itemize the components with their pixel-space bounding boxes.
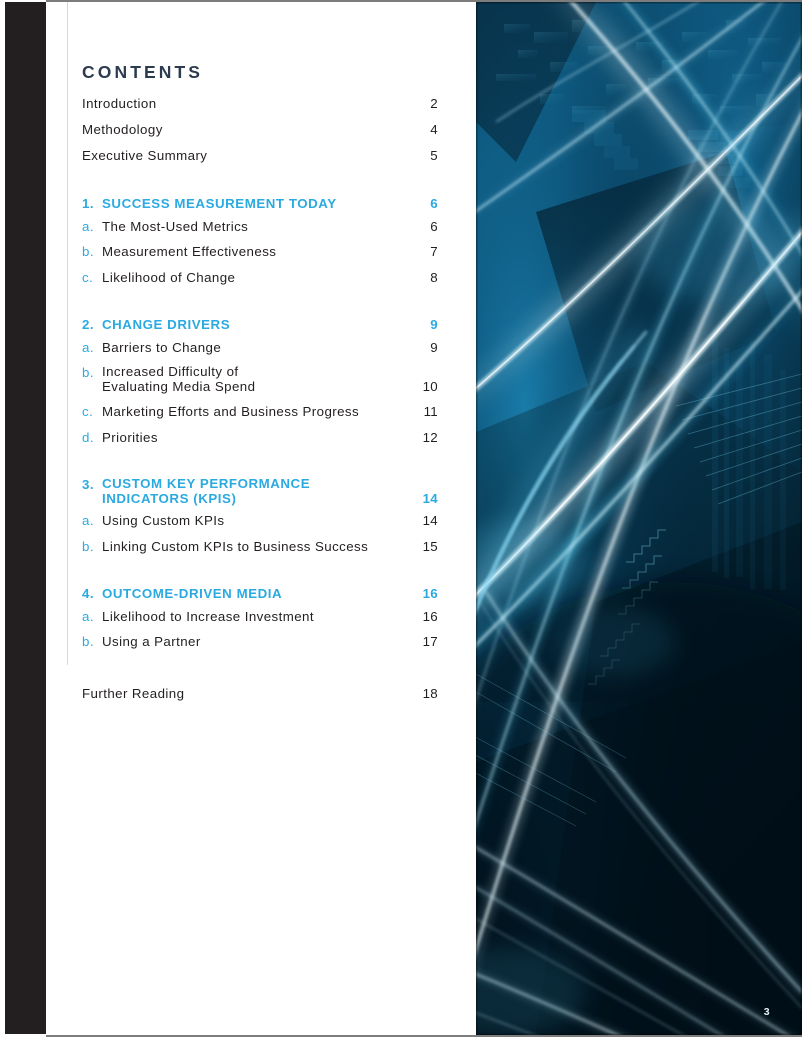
subsection-marker: a. [82,218,94,234]
section-page: 6 [430,196,438,211]
toc-entry-label: Priorities [102,429,158,445]
toc-entry-label: Using a Partner [102,634,201,649]
toc-entry-page: 7 [430,244,438,259]
toc-entry-label: Further Reading [82,685,185,701]
section-marker: 4. [82,586,95,601]
subsection-marker: a. [82,339,94,355]
toc-section-2[interactable]: 2. CHANGE DRIVERS 9 [82,317,438,333]
section-title: CHANGE DRIVERS [102,317,231,332]
subsection-marker: c. [82,269,94,285]
subsection-marker: a. [82,513,94,528]
toc-entry-page: 10 [422,378,438,394]
toc-entry-page: 6 [430,218,438,234]
page-number: 3 [763,1006,770,1018]
toc-entry-label-line1: Increased Difficulty of [102,364,239,379]
toc-entry-page: 4 [430,122,438,137]
toc-entry-label: Increased Difficulty of Evaluating Media… [102,364,408,394]
toc-entry-label-line2: Evaluating Media Spend [102,378,256,394]
list-item[interactable]: c. Likelihood of Change 8 [82,270,438,286]
cover-artwork-image: 3 [476,2,802,1035]
toc-entry-page: 2 [430,96,438,111]
toc-entry-page: 16 [422,608,438,624]
toc-section-3[interactable]: 3. CUSTOM KEY PERFORMANCE INDICATORS (KP… [82,476,438,506]
toc-entry-page: 17 [422,634,438,649]
toc-entry-label: Using Custom KPIs [102,513,225,528]
list-item[interactable]: b. Increased Difficulty of Evaluating Me… [82,364,438,394]
toc-entry-label: Barriers to Change [102,339,222,355]
list-item[interactable]: c. Marketing Efforts and Business Progre… [82,404,438,420]
section-page: 14 [422,490,438,506]
toc-entry-page: 12 [422,429,438,445]
toc-section-4[interactable]: 4. OUTCOME-DRIVEN MEDIA 16 [82,586,438,602]
subsection-marker: b. [82,244,94,259]
section-page: 16 [422,586,438,601]
list-item[interactable]: b. Measurement Effectiveness 7 [82,244,438,260]
list-item[interactable]: a. Barriers to Change 9 [82,340,438,356]
vertical-accent-rule [67,2,68,665]
section-title: OUTCOME-DRIVEN MEDIA [102,586,283,601]
list-item[interactable]: a. The Most-Used Metrics 6 [82,219,438,235]
toc-entry-page: 5 [430,148,438,163]
section-marker: 2. [82,317,95,332]
list-item[interactable]: Executive Summary 5 [82,148,438,164]
page-title: CONTENTS [82,62,204,82]
toc-entry-label: Measurement Effectiveness [102,244,277,259]
toc-entry-page: 15 [422,538,438,554]
toc-entry-label: Likelihood to Increase Investment [102,608,314,624]
subsection-marker: d. [82,429,94,445]
toc-entry-label: Introduction [82,96,157,111]
subsection-marker: b. [82,538,94,554]
list-item[interactable]: b. Linking Custom KPIs to Business Succe… [82,539,438,555]
toc-entry-label: Executive Summary [82,148,208,163]
subsection-marker: c. [82,404,94,419]
list-item[interactable]: Introduction 2 [82,96,438,112]
list-item[interactable]: Further Reading 18 [82,686,438,702]
toc-entry-page: 14 [422,513,438,528]
toc-entry-label: Linking Custom KPIs to Business Success [102,538,369,554]
list-item[interactable]: d. Priorities 12 [82,430,438,446]
toc-page: CONTENTS Introduction 2 Methodology 4 Ex… [0,0,802,1037]
toc-entry-page: 9 [430,339,438,355]
toc-entry-page: 11 [423,404,438,419]
book-spine [5,2,46,1034]
section-marker: 3. [82,477,95,492]
toc-list: Introduction 2 Methodology 4 Executive S… [82,96,438,712]
toc-entry-label: Methodology [82,122,163,137]
toc-entry-page: 8 [430,269,438,285]
list-item[interactable]: a. Using Custom KPIs 14 [82,513,438,529]
toc-section-1[interactable]: 1. SUCCESS MEASUREMENT TODAY 6 [82,196,438,212]
section-title: CUSTOM KEY PERFORMANCE INDICATORS (KPIS) [102,476,408,506]
section-marker: 1. [82,196,95,211]
section-title: SUCCESS MEASUREMENT TODAY [102,196,337,211]
list-item[interactable]: b. Using a Partner 17 [82,634,438,650]
toc-entry-label: Likelihood of Change [102,269,236,285]
subsection-marker: b. [82,634,94,649]
section-title-line1: CUSTOM KEY PERFORMANCE [102,476,311,491]
toc-entry-label: Marketing Efforts and Business Progress [102,404,360,419]
list-item[interactable]: Methodology 4 [82,122,438,138]
list-item[interactable]: a. Likelihood to Increase Investment 16 [82,609,438,625]
section-page: 9 [430,317,438,332]
subsection-marker: b. [82,365,94,380]
toc-entry-label: The Most-Used Metrics [102,218,249,234]
subsection-marker: a. [82,608,94,624]
toc-entry-page: 18 [422,685,438,701]
section-title-line2: INDICATORS (KPIS) [102,490,237,506]
